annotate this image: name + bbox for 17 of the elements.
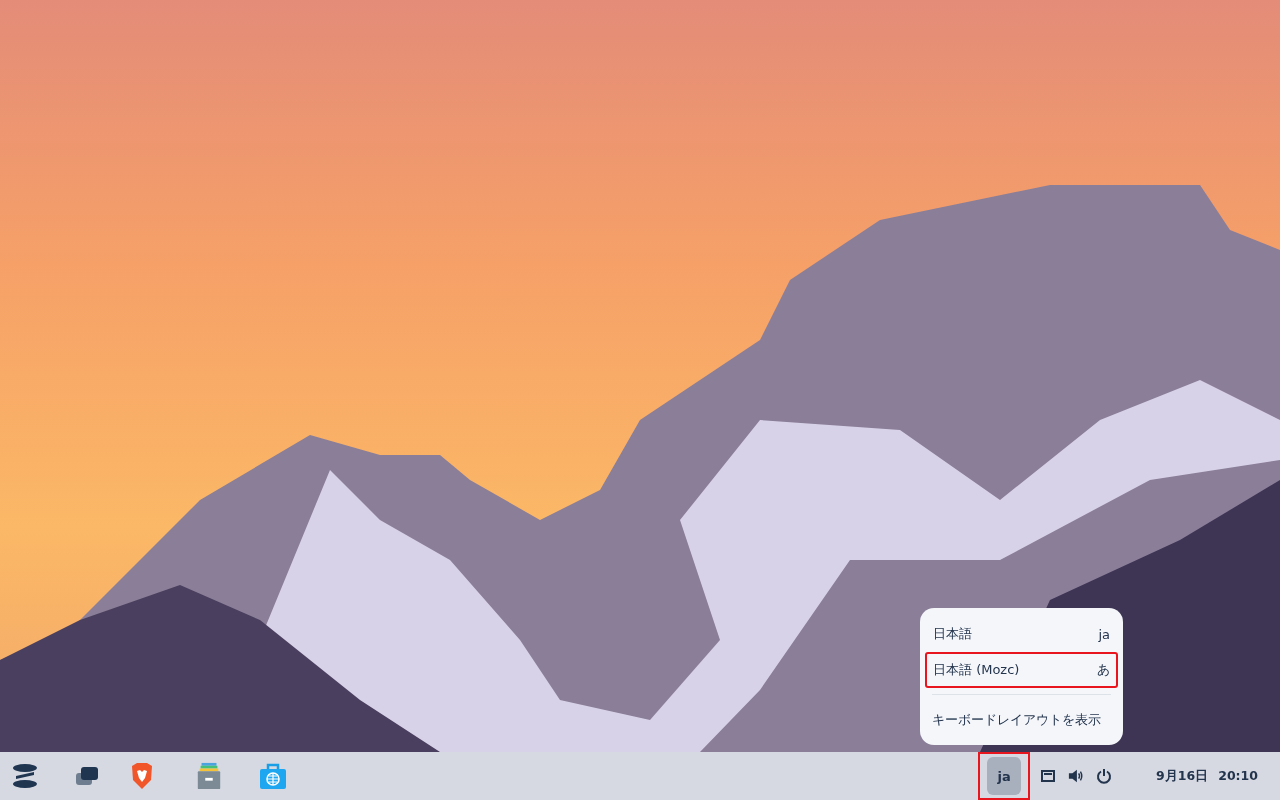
input-source-label: 日本語 — [933, 625, 972, 643]
input-source-indicator: あ — [1097, 661, 1110, 679]
logo-icon[interactable] — [10, 762, 40, 790]
time-text: 20:10 — [1218, 767, 1258, 785]
clock[interactable]: 9月16日 20:10 — [1156, 767, 1258, 785]
speaker-icon[interactable] — [1068, 768, 1085, 784]
lion-shield-icon[interactable] — [130, 762, 154, 790]
shopping-bag-icon[interactable] — [258, 762, 288, 790]
menu-item[interactable]: 日本語 ja — [925, 616, 1118, 652]
power-icon[interactable] — [1096, 768, 1113, 784]
date-text: 9月16日 — [1156, 767, 1209, 785]
show-keyboard-layout-item[interactable]: キーボードレイアウトを表示 — [932, 701, 1111, 739]
input-method-button[interactable]: ja — [987, 757, 1022, 795]
menu-item[interactable]: 日本語 (Mozc) あ — [925, 652, 1118, 688]
input-source-indicator: ja — [1098, 626, 1110, 642]
ethernet-icon[interactable] — [1040, 768, 1057, 784]
input-source-label: 日本語 (Mozc) — [933, 661, 1020, 679]
